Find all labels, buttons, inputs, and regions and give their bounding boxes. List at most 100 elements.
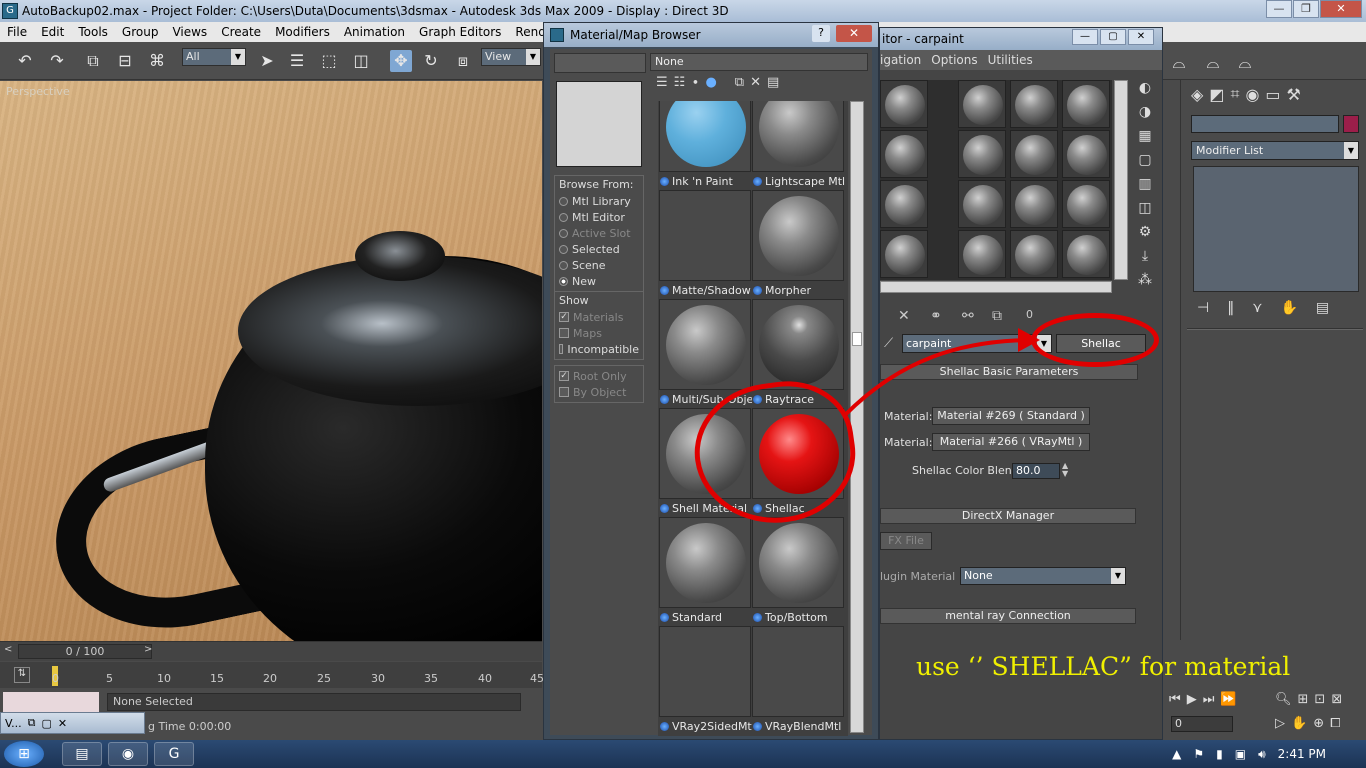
action-center-icon[interactable]: ⚑ xyxy=(1193,747,1204,761)
view-small-icons-icon[interactable]: ∙ xyxy=(691,75,699,90)
selected-item-field[interactable]: None xyxy=(650,53,868,71)
material-item-ink-n-paint[interactable]: Ink 'n Paint xyxy=(658,101,752,190)
video-color-check-icon[interactable]: ▥ xyxy=(1132,176,1158,200)
maximize-button[interactable]: ❐ xyxy=(1293,0,1319,18)
material-item-morpher[interactable]: Morpher xyxy=(751,190,845,299)
sample-slot[interactable] xyxy=(880,130,928,178)
directx-manager-rollout[interactable]: DirectX Manager xyxy=(880,508,1136,524)
unlink-icon[interactable]: ⊟ xyxy=(114,50,136,72)
pin-stack-icon[interactable]: ⊣ xyxy=(1197,300,1209,316)
radio-scene[interactable]: Scene xyxy=(559,257,639,273)
utilities-tab-icon[interactable]: ⚒ xyxy=(1287,85,1301,104)
time-slider[interactable]: < 0 / 100 > xyxy=(0,641,542,661)
quick-render-icon[interactable]: ⌓ xyxy=(1234,52,1256,74)
close-button[interactable]: ✕ xyxy=(1320,0,1362,18)
view-large-icons-icon[interactable]: ● xyxy=(705,75,716,90)
select-object-icon[interactable]: ➤ xyxy=(256,50,278,72)
make-unique-icon[interactable]: ⚭ xyxy=(930,308,942,324)
sample-slot[interactable] xyxy=(880,80,928,128)
minimized-window[interactable]: V... ⧉ ▢ ✕ xyxy=(0,712,145,734)
menu-navigation[interactable]: igation xyxy=(880,53,931,67)
slots-horizontal-scrollbar[interactable] xyxy=(880,281,1112,293)
clock[interactable]: 2:41 PM xyxy=(1278,747,1326,761)
sample-slot[interactable] xyxy=(880,180,928,228)
mental-ray-connection-rollout[interactable]: mental ray Connection xyxy=(880,608,1136,624)
orbit-icon[interactable]: ⊕ xyxy=(1313,716,1324,731)
close-button[interactable]: ✕ xyxy=(836,25,872,42)
render-setup-icon[interactable]: ⌓ xyxy=(1168,52,1190,74)
checkbox-root-only[interactable]: ✓ Root Only xyxy=(559,368,639,384)
modify-tab-icon[interactable]: ◩ xyxy=(1209,85,1224,104)
viewport-label[interactable]: Perspective xyxy=(6,85,70,98)
show-end-result-icon[interactable]: ‖ xyxy=(1227,300,1234,316)
sample-slot[interactable] xyxy=(958,230,1006,278)
update-scene-materials-icon[interactable]: ⧉ xyxy=(735,75,744,90)
select-link-icon[interactable]: ⧉ xyxy=(82,50,104,72)
material-item-lightscape-mtl[interactable]: Lightscape Mtl xyxy=(751,101,845,190)
put-to-library-icon[interactable]: ⚯ xyxy=(962,308,974,324)
show-hidden-icons-icon[interactable]: ▲ xyxy=(1172,747,1181,761)
help-button[interactable]: ? xyxy=(812,25,830,42)
material-grid-scrollbar[interactable] xyxy=(850,101,864,733)
radio-mtl-editor[interactable]: Mtl Editor xyxy=(559,209,639,225)
rotate-icon[interactable]: ↻ xyxy=(420,50,442,72)
move-icon[interactable]: ✥ xyxy=(390,50,412,72)
delete-icon[interactable]: ✕ xyxy=(898,308,910,324)
window-crossing-icon[interactable]: ◫ xyxy=(350,50,372,72)
scale-icon[interactable]: ⧈ xyxy=(452,50,474,72)
material-effects-channel-icon[interactable]: ⧉ xyxy=(992,308,1002,324)
backlight-icon[interactable]: ◑ xyxy=(1132,104,1158,128)
menu-edit[interactable]: Edit xyxy=(34,25,71,39)
create-tab-icon[interactable]: ◈ xyxy=(1191,85,1203,104)
material-item-matte-shadow[interactable]: Matte/Shadow xyxy=(658,190,752,299)
time-slider-prev[interactable]: < xyxy=(4,644,12,655)
sample-slot[interactable] xyxy=(1010,130,1058,178)
pick-material-icon[interactable]: ⟋ xyxy=(884,336,893,351)
view-list-icon[interactable]: ☰ xyxy=(656,75,668,90)
redo-icon[interactable]: ↷ xyxy=(46,50,68,72)
minimize-button[interactable]: — xyxy=(1072,29,1098,45)
sample-slot[interactable] xyxy=(958,130,1006,178)
hierarchy-tab-icon[interactable]: ⌗ xyxy=(1230,84,1239,104)
menu-group[interactable]: Group xyxy=(115,25,166,39)
current-frame-field[interactable]: 0 xyxy=(1171,716,1233,732)
browser-search-field[interactable] xyxy=(554,53,646,73)
frame-counter[interactable]: 0 / 100 xyxy=(18,644,152,659)
3ds-max-taskbar-icon[interactable]: G xyxy=(154,742,194,766)
menu-file[interactable]: File xyxy=(0,25,34,39)
menu-utilities[interactable]: Utilities xyxy=(988,53,1043,67)
volume-icon[interactable]: 🔊︎ xyxy=(1258,747,1266,762)
field-of-view-icon[interactable]: ▷ xyxy=(1275,716,1285,731)
scrollbar-thumb[interactable] xyxy=(852,332,862,346)
maxscript-listener[interactable] xyxy=(3,692,99,712)
play-icon[interactable]: ▶ xyxy=(1187,692,1197,707)
go-to-end-icon[interactable]: ⏩ xyxy=(1220,692,1236,707)
reference-coord-dropdown[interactable]: View ▼ xyxy=(481,48,541,66)
sample-type-icon[interactable]: ◐ xyxy=(1132,80,1158,104)
material-item-standard[interactable]: Standard xyxy=(658,517,752,626)
menu-tools[interactable]: Tools xyxy=(71,25,115,39)
make-preview-icon[interactable]: ◫ xyxy=(1132,200,1158,224)
object-color-swatch[interactable] xyxy=(1343,115,1359,133)
maximize-icon[interactable]: ▢ xyxy=(41,717,51,730)
explorer-taskbar-icon[interactable]: ▤ xyxy=(62,742,102,766)
mini-curve-editor-icon[interactable]: ⇅ xyxy=(14,667,30,683)
sample-slot[interactable] xyxy=(1062,230,1110,278)
material-item-vray2sidedmtl[interactable]: VRay2SidedMtl xyxy=(658,626,752,735)
menu-create[interactable]: Create xyxy=(214,25,268,39)
firefox-taskbar-icon[interactable]: ◉ xyxy=(108,742,148,766)
radio-new[interactable]: New xyxy=(559,273,639,289)
maximize-button[interactable]: ▢ xyxy=(1100,29,1126,45)
material-name-field[interactable]: carpaint ▼ xyxy=(902,334,1052,353)
fx-file-button[interactable]: FX File xyxy=(880,532,932,550)
sample-slot[interactable] xyxy=(958,180,1006,228)
radio-mtl-library[interactable]: Mtl Library xyxy=(559,193,639,209)
region-select-icon[interactable]: ⬚ xyxy=(318,50,340,72)
sample-slot[interactable] xyxy=(1010,180,1058,228)
checkbox-incompatible[interactable]: Incompatible xyxy=(559,341,639,357)
modifier-list-dropdown[interactable]: Modifier List ▼ xyxy=(1191,141,1359,160)
go-to-start-icon[interactable]: ⏮ xyxy=(1169,692,1181,707)
material-item-vrayblendmtl[interactable]: VRayBlendMtl xyxy=(751,626,845,735)
object-name-field[interactable] xyxy=(1191,115,1339,133)
time-slider-next[interactable]: > xyxy=(144,644,152,655)
